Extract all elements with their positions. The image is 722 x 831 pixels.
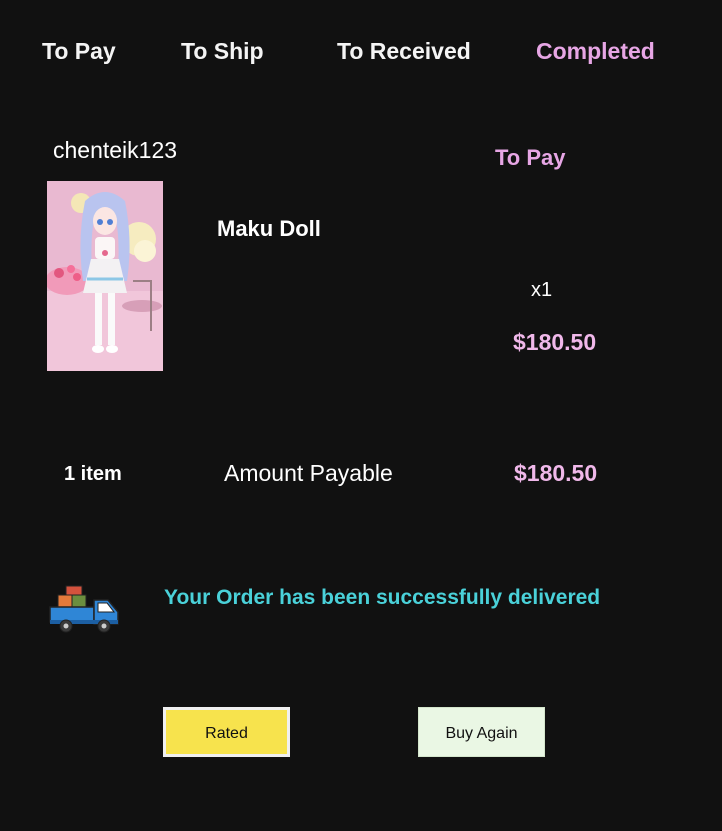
order-status: To Pay <box>495 145 566 170</box>
tab-to-ship[interactable]: To Ship <box>181 38 264 65</box>
product-price: $180.50 <box>513 329 597 355</box>
tab-completed[interactable]: Completed <box>536 38 655 65</box>
tab-to-pay[interactable]: To Pay <box>42 38 116 65</box>
seller-name[interactable]: chenteik123 <box>53 137 177 164</box>
delivery-truck-icon <box>48 584 122 634</box>
tab-to-received[interactable]: To Received <box>337 38 471 65</box>
product-quantity: x1 <box>531 279 553 301</box>
doll-product-image[interactable] <box>47 181 163 371</box>
buy-again-button-label: Buy Again <box>445 725 518 742</box>
amount-payable-value: $180.50 <box>514 460 598 486</box>
item-count: 1 item <box>64 463 122 485</box>
product-name[interactable]: Maku Doll <box>217 216 321 242</box>
buy-again-button[interactable]: Buy Again <box>418 707 545 757</box>
amount-payable-label: Amount Payable <box>224 460 393 486</box>
rated-button-label: Rated <box>205 725 248 742</box>
rated-button[interactable]: Rated <box>163 707 290 757</box>
delivery-status-message: Your Order has been successfully deliver… <box>164 586 601 609</box>
doll-illustration <box>47 181 163 371</box>
